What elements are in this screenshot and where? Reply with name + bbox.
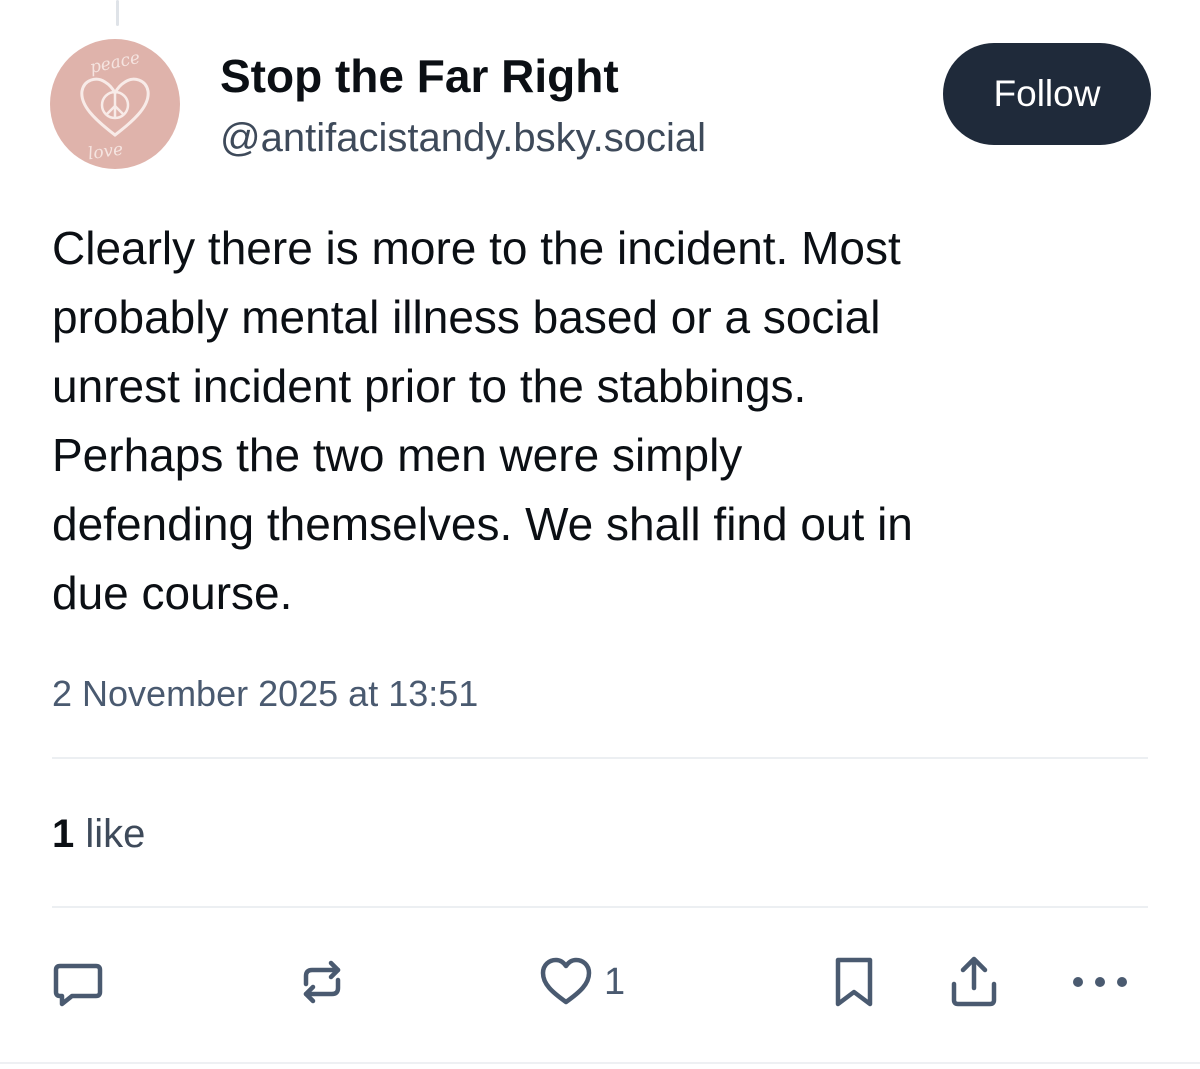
post-detail-view: peace love Stop the Far Right @antifacis… bbox=[0, 0, 1200, 1069]
peace-love-heart-icon: peace love bbox=[80, 48, 150, 165]
thread-connector-line bbox=[116, 0, 119, 26]
divider bbox=[52, 757, 1148, 759]
more-options-button[interactable] bbox=[1068, 954, 1132, 1010]
bottom-border bbox=[0, 1062, 1200, 1064]
author-handle[interactable]: @antifacistandy.bsky.social bbox=[220, 116, 706, 161]
likes-count: 1 bbox=[52, 812, 75, 856]
bookmark-icon bbox=[835, 957, 873, 1007]
post-text-line: probably mental illness based or a socia… bbox=[52, 291, 881, 343]
post-text-line: Clearly there is more to the incident. M… bbox=[52, 222, 901, 274]
post-text-line: unrest incident prior to the stabbings. bbox=[52, 360, 807, 412]
avatar-text-bottom: love bbox=[87, 140, 125, 165]
post-text: Clearly there is more to the incident. M… bbox=[52, 214, 1162, 628]
reply-button[interactable] bbox=[50, 954, 106, 1010]
ellipsis-icon bbox=[1073, 977, 1127, 987]
repost-arrows-icon bbox=[303, 960, 341, 1004]
share-button[interactable] bbox=[946, 954, 1002, 1010]
like-button[interactable]: 1 bbox=[538, 954, 625, 1010]
post-text-line: defending themselves. We shall find out … bbox=[52, 498, 913, 550]
speech-bubble-icon bbox=[53, 963, 103, 1007]
post-text-line: due course. bbox=[52, 567, 293, 619]
author-display-name[interactable]: Stop the Far Right bbox=[220, 49, 619, 103]
follow-button[interactable]: Follow bbox=[943, 43, 1151, 145]
like-count: 1 bbox=[604, 960, 626, 1003]
heart-icon bbox=[540, 957, 592, 1005]
likes-summary[interactable]: 1 like bbox=[52, 812, 145, 857]
share-upload-icon bbox=[951, 956, 997, 1007]
likes-label: like bbox=[85, 812, 146, 856]
divider bbox=[52, 906, 1148, 908]
post-timestamp: 2 November 2025 at 13:51 bbox=[52, 673, 479, 714]
avatar-text-top: peace bbox=[88, 48, 142, 78]
repost-button[interactable] bbox=[294, 954, 350, 1010]
post-text-line: Perhaps the two men were simply bbox=[52, 429, 743, 481]
bookmark-button[interactable] bbox=[826, 954, 882, 1010]
avatar[interactable]: peace love bbox=[50, 39, 180, 169]
